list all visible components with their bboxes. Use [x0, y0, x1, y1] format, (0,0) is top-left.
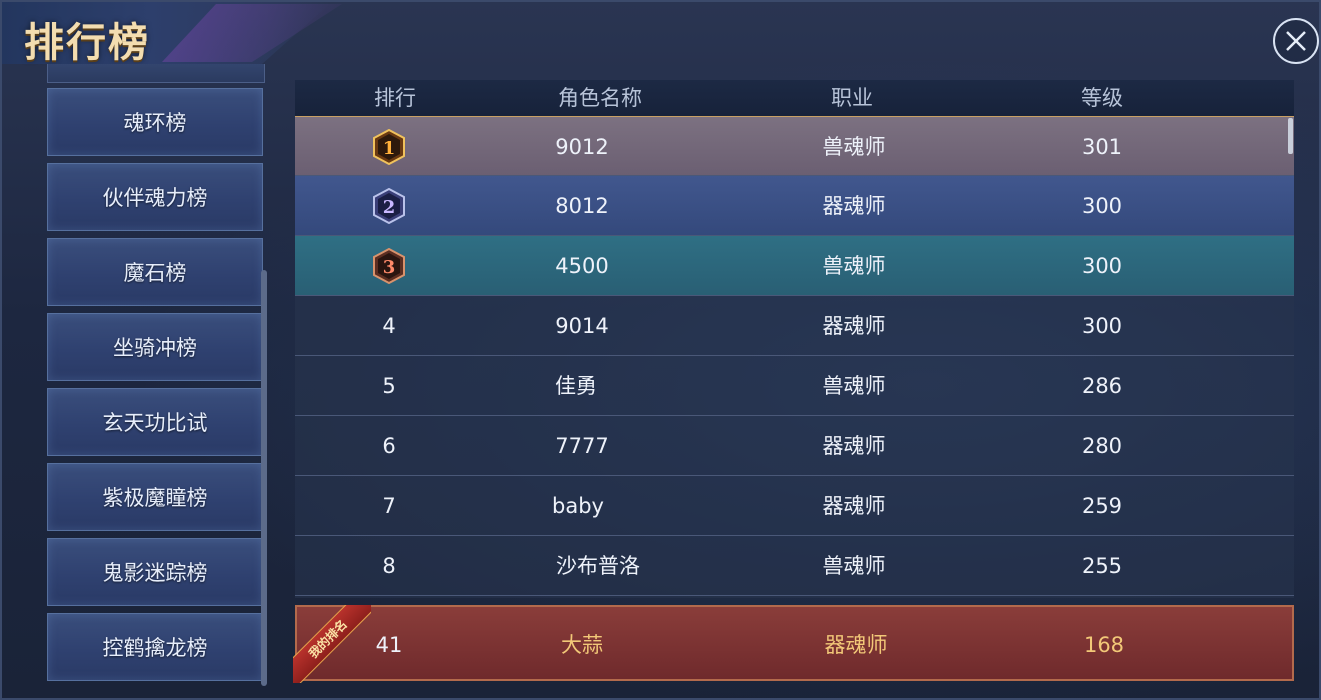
bronze-medal-icon: 3: [373, 248, 405, 284]
my-rank-job: 器魂师: [824, 633, 888, 657]
sidebar-item-crane-dragon[interactable]: 控鹤擒龙榜: [47, 613, 263, 681]
cell-rank: 5: [382, 374, 396, 398]
header-rank: 排行: [374, 86, 416, 110]
cell-job: 兽魂师: [822, 554, 886, 578]
header-name: 角色名称: [558, 86, 642, 110]
cell-level: 300: [1081, 254, 1123, 278]
sidebar-item-label: 紫极魔瞳榜: [102, 486, 208, 510]
ranking-table: 排行 角色名称 职业 等级 1 9012 兽魂师 301 2 8012 器魂师: [295, 80, 1294, 598]
sidebar-item-xuantian[interactable]: 玄天功比试: [47, 388, 263, 456]
ranking-category-list[interactable]: 魂环榜 伙伴魂力榜 魔石榜 坐骑冲榜 玄天功比试 紫极魔瞳榜 鬼影迷踪榜 控鹤擒…: [47, 64, 265, 684]
cell-level: 280: [1081, 434, 1123, 458]
cell-level: 259: [1081, 494, 1123, 518]
table-row[interactable]: 3 4500 兽魂师 300: [295, 236, 1294, 296]
my-rank-tag: 我的排名: [293, 605, 371, 683]
page-title: 排行榜: [24, 19, 150, 66]
sidebar-item-partial: [47, 64, 265, 83]
table-row[interactable]: 7 baby 器魂师 259: [295, 476, 1294, 536]
my-rank-row[interactable]: 我的排名 41 大蒜 器魂师 168: [293, 605, 1294, 683]
table-row[interactable]: 4 9014 器魂师 300: [295, 296, 1294, 356]
ranking-window: 排行榜 魂环榜 伙伴魂力榜 魔石榜 坐骑冲榜 玄天功比试 紫极魔瞳榜 鬼影迷踪榜…: [0, 0, 1321, 700]
cell-job: 器魂师: [822, 314, 886, 338]
table-row[interactable]: 2 8012 器魂师 300: [295, 176, 1294, 236]
sidebar-item-ghost-shadow[interactable]: 鬼影迷踪榜: [47, 538, 263, 606]
my-rank-value: 41: [375, 633, 403, 657]
table-row[interactable]: 5 佳勇 兽魂师 286: [295, 356, 1294, 416]
cell-job: 兽魂师: [822, 135, 886, 159]
table-row[interactable]: 6 7777 器魂师 280: [295, 416, 1294, 476]
close-icon: [1286, 31, 1306, 51]
sidebar-item-label: 控鹤擒龙榜: [102, 636, 208, 660]
table-header: 排行 角色名称 职业 等级: [295, 80, 1294, 117]
table-row[interactable]: 1 9012 兽魂师 301: [295, 116, 1294, 176]
cell-rank: 4: [382, 314, 396, 338]
cell-name: 沙布普洛: [556, 554, 640, 578]
cell-name: 8012: [555, 194, 609, 218]
my-rank-level: 168: [1083, 633, 1125, 657]
close-button[interactable]: [1273, 18, 1319, 64]
cell-job: 器魂师: [822, 494, 886, 518]
svg-text:1: 1: [383, 138, 396, 159]
cell-rank: 6: [382, 434, 396, 458]
cell-name: 4500: [555, 254, 609, 278]
cell-job: 器魂师: [822, 194, 886, 218]
sidebar-item-label: 坐骑冲榜: [113, 336, 197, 360]
cell-level: 300: [1081, 194, 1123, 218]
silver-medal-icon: 2: [373, 188, 405, 224]
header-job: 职业: [831, 86, 873, 110]
cell-level: 301: [1081, 135, 1123, 159]
sidebar-scrollbar[interactable]: [261, 270, 267, 686]
table-row[interactable]: 8 沙布普洛 兽魂师 255: [295, 536, 1294, 596]
sidebar-item-label: 鬼影迷踪榜: [102, 561, 208, 585]
cell-name: 7777: [555, 434, 609, 458]
sidebar-item-purple-eye[interactable]: 紫极魔瞳榜: [47, 463, 263, 531]
cell-rank: 8: [382, 554, 396, 578]
gold-medal-icon: 1: [373, 129, 405, 165]
cell-name: 9014: [555, 314, 609, 338]
cell-level: 255: [1081, 554, 1123, 578]
header-level: 等级: [1081, 86, 1123, 110]
sidebar-item-magic-stone[interactable]: 魔石榜: [47, 238, 263, 306]
sidebar-item-label: 玄天功比试: [102, 411, 208, 435]
sidebar-item-partner-power[interactable]: 伙伴魂力榜: [47, 163, 263, 231]
cell-name: baby: [552, 494, 604, 518]
cell-name: 9012: [555, 135, 609, 159]
cell-level: 286: [1081, 374, 1123, 398]
cell-job: 兽魂师: [822, 374, 886, 398]
sidebar-item-label: 魂环榜: [123, 111, 187, 135]
cell-name: 佳勇: [555, 374, 597, 398]
sidebar-item-label: 伙伴魂力榜: [102, 186, 208, 210]
sidebar-item-label: 魔石榜: [123, 261, 187, 285]
sidebar-item-mount[interactable]: 坐骑冲榜: [47, 313, 263, 381]
my-rank-ribbon: 我的排名: [293, 605, 371, 683]
table-scrollbar[interactable]: [1288, 118, 1293, 154]
my-rank-name: 大蒜: [561, 633, 603, 657]
cell-rank: 7: [382, 494, 396, 518]
cell-job: 器魂师: [822, 434, 886, 458]
cell-level: 300: [1081, 314, 1123, 338]
svg-text:2: 2: [383, 197, 396, 218]
svg-text:3: 3: [383, 257, 396, 278]
sidebar-item-soul-ring[interactable]: 魂环榜: [47, 88, 263, 156]
cell-job: 兽魂师: [822, 254, 886, 278]
